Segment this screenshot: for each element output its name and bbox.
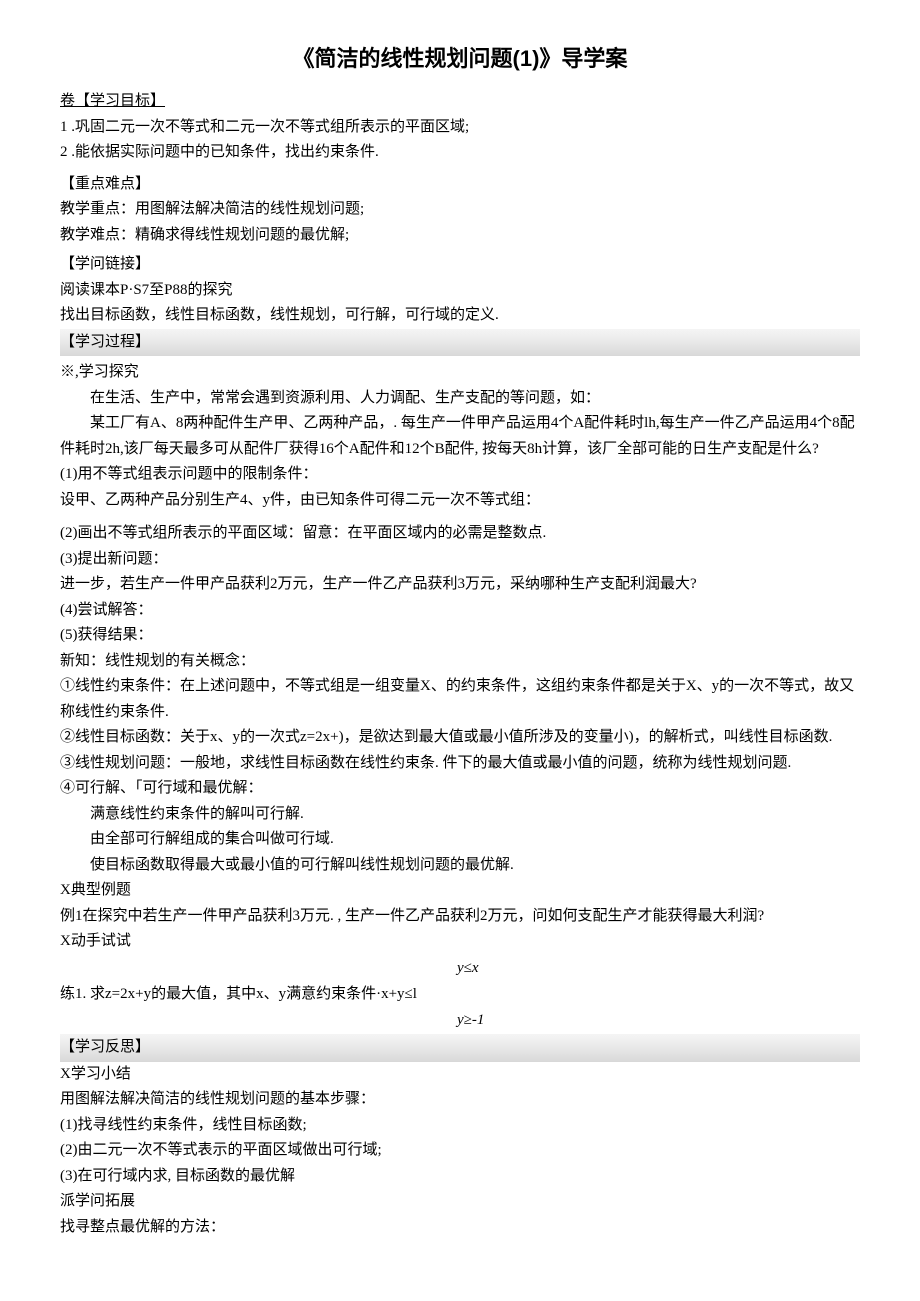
concept-4: ④可行解、「可行域和最优解： — [60, 776, 860, 802]
learning-process-header: 【学习过程】 — [60, 329, 860, 357]
summary-step-1: (1)找寻线性约束条件，线性目标函数; — [60, 1113, 860, 1139]
summary-step-3: (3)在可行域内求, 目标函数的最优解 — [60, 1164, 860, 1190]
summary-header: X学习小结 — [60, 1062, 860, 1088]
concept-3: ③线性规划问题：一般地，求线性目标函数在线性约束条. 件下的最大值或最小值的问题… — [60, 751, 860, 777]
practice-1: 练1. 求z=2x+y的最大值，其中x、y满意约束条件·x+y≤l — [60, 982, 417, 1008]
step-3: (3)提出新问题： — [60, 547, 860, 573]
extension-header: 派学问拓展 — [60, 1189, 860, 1215]
feasible-region: 由全部可行解组成的集合叫做可行域. — [60, 827, 860, 853]
summary-intro: 用图解法解决简洁的线性规划问题的基本步骤： — [60, 1087, 860, 1113]
step-2: (2)画出不等式组所表示的平面区域：留意：在平面区域内的必需是整数点. — [60, 521, 860, 547]
step-5: (5)获得结果： — [60, 623, 860, 649]
problem-statement: 某工厂有A、8两种配件生产甲、乙两种产品，. 每生产一件甲产品运用4个A配件耗时… — [60, 411, 860, 462]
feasible-solution: 满意线性约束条件的解叫可行解. — [60, 802, 860, 828]
concept-1: ①线性约束条件：在上述问题中，不等式组是一组变量X、的约束条件，这组约束条件都是… — [60, 674, 860, 725]
try-it-header: X动手试试 — [60, 929, 860, 955]
example-1: 例1在探究中若生产一件甲产品获利3万元. , 生产一件乙产品获利2万元，问如何支… — [60, 904, 860, 930]
key-difficulty-header: 【重点难点】 — [60, 172, 860, 198]
constraint-group: y≤x y≥-1 — [457, 955, 484, 1035]
document-title: 《简洁的线性规划问题(1)》导学案 — [60, 40, 860, 77]
optimal-solution: 使目标函数取得最大或最小值的可行解叫线性规划问题的最优解. — [60, 853, 860, 879]
step-3-question: 进一步，若生产一件甲产品获利2万元，生产一件乙产品获利3万元，采纳哪种生产支配利… — [60, 572, 860, 598]
objective-1: 1 .巩固二元一次不等式和二元一次不等式组所表示的平面区域; — [60, 115, 860, 141]
teaching-difficulty: 教学难点：精确求得线性规划问题的最优解; — [60, 223, 860, 249]
study-explore-subheader: ※,学习探究 — [60, 360, 860, 386]
constraint-2: y≥-1 — [457, 1007, 484, 1034]
new-knowledge-header: 新知：线性规划的有关概念： — [60, 649, 860, 675]
find-definitions: 找出目标函数，线性目标函数，线性规划，可行解，可行域的定义. — [60, 303, 860, 329]
intro-text: 在生活、生产中，常常会遇到资源利用、人力调配、生产支配的等问题，如： — [60, 386, 860, 412]
learning-objectives-header: 卷【学习目标】 — [60, 89, 860, 115]
learning-reflection-header: 【学习反思】 — [60, 1034, 860, 1062]
knowledge-link-header: 【学问链接】 — [60, 252, 860, 278]
objective-2: 2 .能依据实际问题中的已知条件，找出约束条件. — [60, 140, 860, 166]
integer-method: 找寻整点最优解的方法： — [60, 1215, 860, 1241]
typical-example-header: X典型例题 — [60, 878, 860, 904]
reading-reference: 阅读课本P·S7至P88的探究 — [60, 278, 860, 304]
practice-1-row: 练1. 求z=2x+y的最大值，其中x、y满意约束条件·x+y≤l y≤x y≥… — [60, 955, 860, 1035]
step-1-detail: 设甲、乙两种产品分别生产4、y件，由已知条件可得二元一次不等式组： — [60, 488, 860, 514]
step-4: (4)尝试解答： — [60, 598, 860, 624]
teaching-focus: 教学重点：用图解法解决简洁的线性规划问题; — [60, 197, 860, 223]
concept-2: ②线性目标函数：关于x、y的一次式z=2x+)，是欲达到最大值或最小值所涉及的变… — [60, 725, 860, 751]
summary-step-2: (2)由二元一次不等式表示的平面区域做出可行域; — [60, 1138, 860, 1164]
constraint-1: y≤x — [457, 955, 484, 982]
step-1: (1)用不等式组表示问题中的限制条件： — [60, 462, 860, 488]
